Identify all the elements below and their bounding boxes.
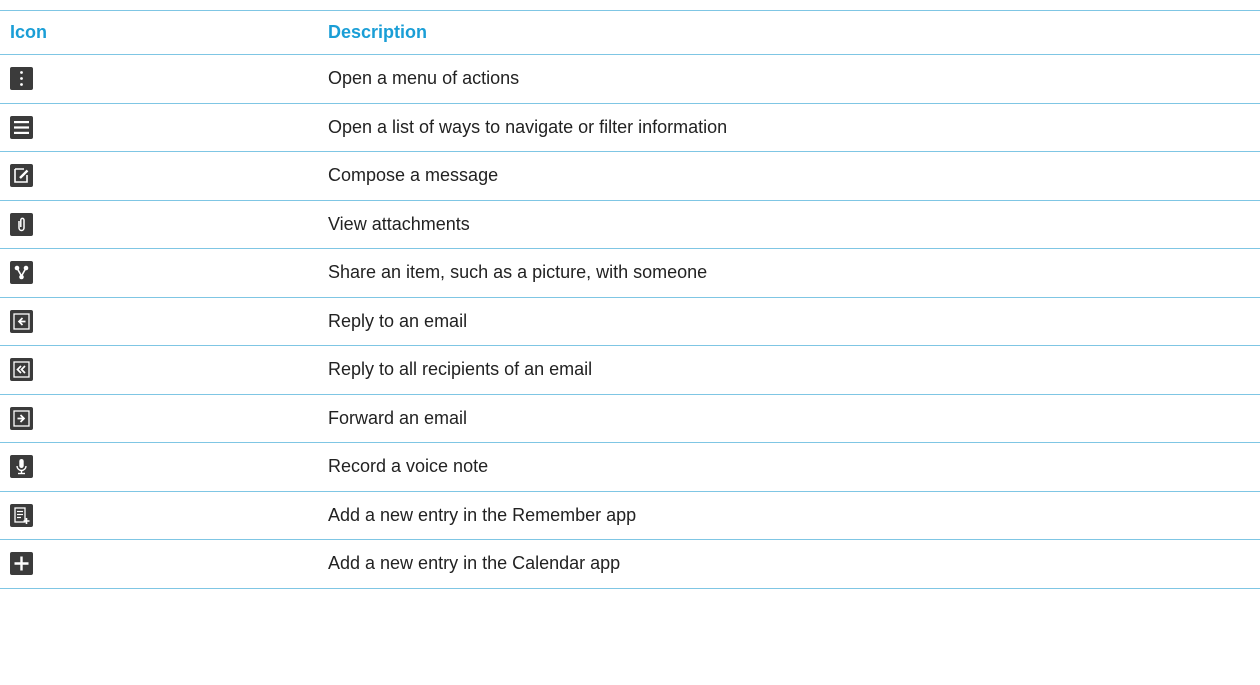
table-row: Record a voice note <box>0 443 1260 492</box>
overflow-menu-icon <box>10 67 33 91</box>
table-row: Reply to all recipients of an email <box>0 346 1260 395</box>
share-icon <box>10 261 33 285</box>
table-row: Add a new entry in the Calendar app <box>0 540 1260 589</box>
row-description: Add a new entry in the Calendar app <box>328 553 621 574</box>
table-row: Open a menu of actions <box>0 55 1260 104</box>
row-description: Forward an email <box>328 407 468 428</box>
icon-column-header: Icon <box>10 22 48 42</box>
row-description: View attachments <box>328 213 470 234</box>
row-description: Compose a message <box>328 165 499 186</box>
paperclip-icon <box>10 212 33 236</box>
table-row: Forward an email <box>0 395 1260 443</box>
forward-icon <box>10 406 33 430</box>
table-header: Icon Description <box>0 10 1260 55</box>
table-row: Open a list of ways to navigate or filte… <box>0 104 1260 152</box>
plus-icon <box>10 552 33 576</box>
table-row: Add a new entry in the Remember app <box>0 492 1260 540</box>
compose-icon <box>10 164 33 188</box>
table-row: Reply to an email <box>0 298 1260 346</box>
table-row: Compose a message <box>0 152 1260 201</box>
row-description: Reply to an email <box>328 310 468 331</box>
table-row: View attachments <box>0 201 1260 249</box>
microphone-icon <box>10 455 33 479</box>
row-description: Record a voice note <box>328 456 489 477</box>
icon-description-table: Icon Description Open a menu of actions … <box>0 10 1260 589</box>
row-description: Open a list of ways to navigate or filte… <box>328 116 728 137</box>
row-description: Add a new entry in the Remember app <box>328 504 637 525</box>
reply-all-icon <box>10 358 33 382</box>
description-column-header: Description <box>328 22 428 42</box>
row-description: Share an item, such as a picture, with s… <box>328 262 708 283</box>
remember-add-icon <box>10 503 33 527</box>
row-description: Open a menu of actions <box>328 68 520 89</box>
table-row: Share an item, such as a picture, with s… <box>0 249 1260 298</box>
hamburger-menu-icon <box>10 115 33 139</box>
reply-icon <box>10 309 33 333</box>
row-description: Reply to all recipients of an email <box>328 359 593 380</box>
